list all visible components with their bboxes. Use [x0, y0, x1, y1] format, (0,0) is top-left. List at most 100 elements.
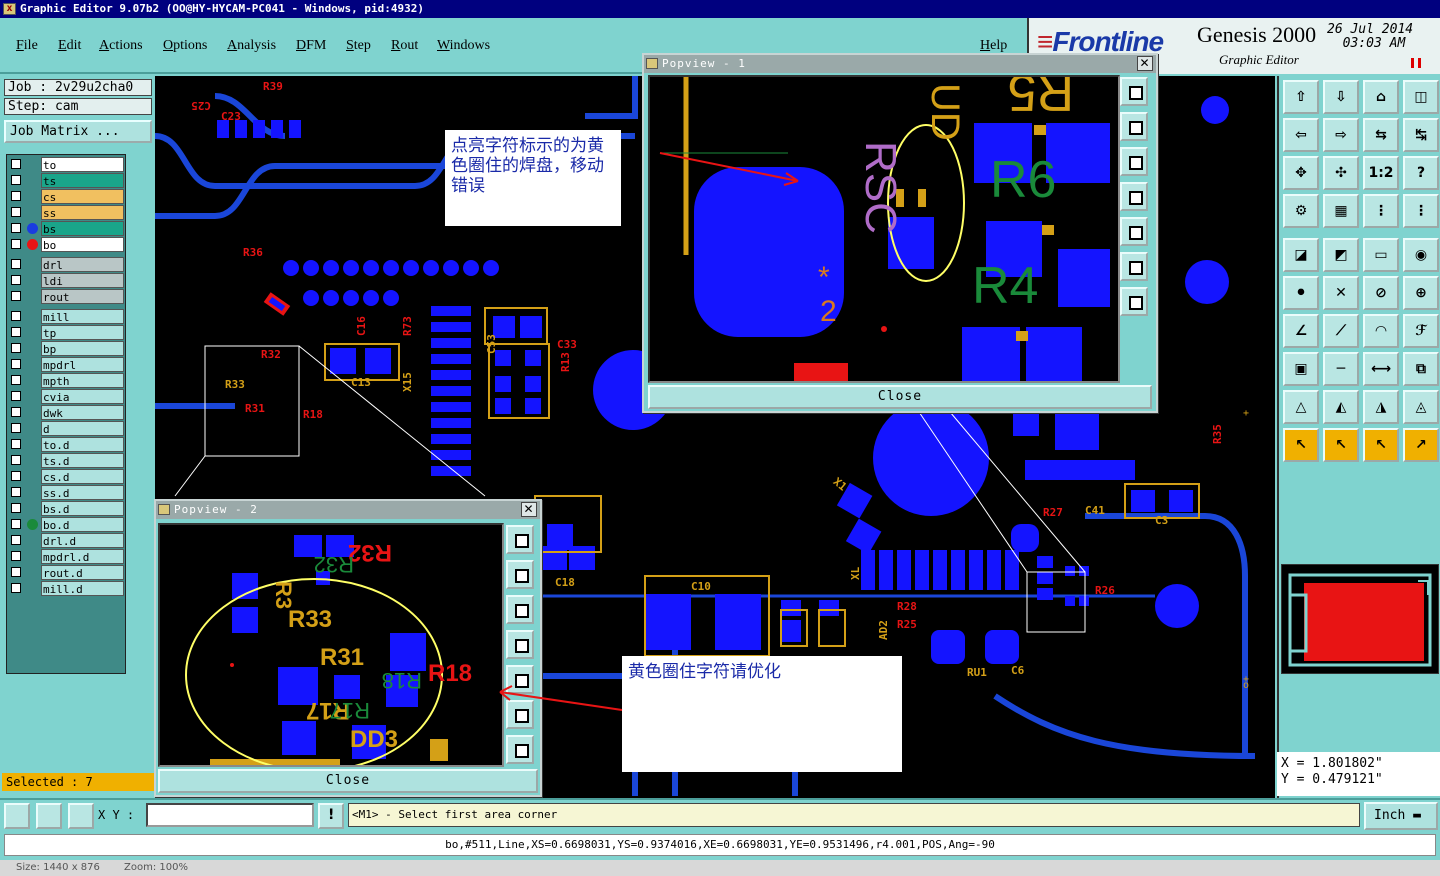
layer-row[interactable]: rout [7, 289, 125, 304]
diagonal-tool[interactable]: ⟋ [1323, 314, 1359, 348]
layer-checkbox[interactable] [11, 551, 21, 561]
arc-tool[interactable]: ◠ [1363, 314, 1399, 348]
layer-name[interactable]: drl.d [41, 533, 124, 548]
layer-checkbox[interactable] [11, 175, 21, 185]
split-view-tool[interactable]: ◫ [1403, 80, 1439, 114]
layer-name[interactable]: tp [41, 325, 124, 340]
layer-row[interactable]: bo [7, 237, 125, 252]
add-tool[interactable]: ⊕ [1403, 276, 1439, 310]
layer-checkbox[interactable] [11, 311, 21, 321]
zoom-ratio-tool[interactable]: 1:2 [1363, 156, 1399, 190]
font-tool[interactable]: ℱ [1403, 314, 1439, 348]
triangle-alt-tool[interactable]: ◭ [1323, 390, 1359, 424]
layer-checkbox[interactable] [11, 583, 21, 593]
menu-help[interactable]: Help [980, 38, 1007, 54]
horizontal-tool[interactable]: ─ [1323, 352, 1359, 386]
xy-input[interactable] [146, 803, 314, 827]
layer-checkbox[interactable] [11, 191, 21, 201]
layer-name[interactable]: to.d [41, 437, 124, 452]
layer-row[interactable]: mpdrl.d [7, 549, 125, 564]
layer-name[interactable]: ts.d [41, 453, 124, 468]
snap-alt-tool[interactable]: ⋮ [1403, 194, 1439, 228]
layer-row[interactable]: mill [7, 309, 125, 324]
layer-checkbox[interactable] [11, 407, 21, 417]
cross-tool[interactable]: ✕ [1323, 276, 1359, 310]
layer-row[interactable]: bp [7, 341, 125, 356]
layer-checkbox[interactable] [11, 223, 21, 233]
job-matrix-button[interactable]: Job Matrix ... [4, 120, 152, 143]
layer-checkbox[interactable] [11, 423, 21, 433]
layer-row[interactable]: drl [7, 257, 125, 272]
grid-button[interactable] [68, 803, 94, 829]
layer-row[interactable]: ss.d [7, 485, 125, 500]
popview-1-fit-button[interactable] [1120, 252, 1148, 281]
layer-name[interactable]: rout.d [41, 565, 124, 580]
layer-checkbox[interactable] [11, 239, 21, 249]
layer-name[interactable]: ldi [41, 273, 124, 288]
layer-row[interactable]: d [7, 421, 125, 436]
circle-tool[interactable]: ◉ [1403, 238, 1439, 272]
menu-edit[interactable]: Edit [58, 38, 81, 54]
layer-name[interactable]: cs.d [41, 469, 124, 484]
layer-checkbox[interactable] [11, 503, 21, 513]
popview-2-pan-down-button[interactable] [506, 595, 534, 624]
pause-icon[interactable] [1411, 58, 1421, 68]
layer-name[interactable]: ss.d [41, 485, 124, 500]
layer-name[interactable]: ss [41, 205, 124, 220]
layer-name[interactable]: mpdrl [41, 357, 124, 372]
grid-tool[interactable]: ▦ [1323, 194, 1359, 228]
layer-row[interactable]: to.d [7, 437, 125, 452]
minimap[interactable] [1281, 564, 1439, 674]
select-tool[interactable]: ▣ [1283, 352, 1319, 386]
popview-1-zoom-in-button[interactable] [1120, 77, 1148, 106]
tab-tool[interactable]: ↹ [1403, 118, 1439, 152]
popview-2-pan-up-button[interactable] [506, 560, 534, 589]
pan-left-tool[interactable]: ⇦ [1283, 118, 1319, 152]
layer-name[interactable]: bo [41, 237, 124, 252]
popview-2-view[interactable]: R32 R33 R31 R18 R17 DD3 R32 R17 R18 R3 [158, 523, 504, 767]
popview-1-pan-right-button[interactable] [1120, 217, 1148, 246]
line-tool[interactable]: ◩ [1323, 238, 1359, 272]
ruler-tool[interactable]: ▭ [1363, 238, 1399, 272]
layer-name[interactable]: bs [41, 221, 124, 236]
layer-row[interactable]: to [7, 157, 125, 172]
layer-checkbox[interactable] [11, 455, 21, 465]
menu-actions[interactable]: Actions [99, 38, 143, 54]
menu-step[interactable]: Step [346, 38, 371, 54]
stretch-tool[interactable]: ⟷ [1363, 352, 1399, 386]
layer-checkbox[interactable] [11, 259, 21, 269]
layer-name[interactable]: bs.d [41, 501, 124, 516]
layer-name[interactable]: mpth [41, 373, 124, 388]
layer-checkbox[interactable] [11, 327, 21, 337]
layer-checkbox[interactable] [11, 487, 21, 497]
layer-name[interactable]: mill.d [41, 581, 124, 596]
layer-row[interactable]: ts [7, 173, 125, 188]
layer-name[interactable]: rout [41, 289, 124, 304]
layer-row[interactable]: cs [7, 189, 125, 204]
layer-checkbox[interactable] [11, 207, 21, 217]
menu-dfm[interactable]: DFM [296, 38, 326, 54]
arch-alt-tool[interactable]: ◬ [1403, 390, 1439, 424]
popview-1-pan-down-button[interactable] [1120, 147, 1148, 176]
layer-row[interactable]: bo.d [7, 517, 125, 532]
zoom-window-button[interactable] [4, 803, 30, 829]
popview-2-home-button[interactable] [506, 735, 534, 764]
popview-2-pan-left-button[interactable] [506, 630, 534, 659]
layer-name[interactable]: bp [41, 341, 124, 356]
pan-right-tool[interactable]: ⇨ [1323, 118, 1359, 152]
delete-tool[interactable]: ⊘ [1363, 276, 1399, 310]
layer-row[interactable]: ts.d [7, 453, 125, 468]
layer-checkbox[interactable] [11, 535, 21, 545]
layer-checkbox[interactable] [11, 439, 21, 449]
layer-checkbox[interactable] [11, 291, 21, 301]
layer-row[interactable]: dwk [7, 405, 125, 420]
layer-name[interactable]: dwk [41, 405, 124, 420]
layer-checkbox[interactable] [11, 567, 21, 577]
layer-name[interactable]: to [41, 157, 124, 172]
layer-name[interactable]: mill [41, 309, 124, 324]
help-tool[interactable]: ? [1403, 156, 1439, 190]
swap-tool[interactable]: ⇆ [1363, 118, 1399, 152]
menu-analysis[interactable]: Analysis [227, 38, 276, 54]
layer-row[interactable]: cvia [7, 389, 125, 404]
layer-row[interactable]: mpth [7, 373, 125, 388]
